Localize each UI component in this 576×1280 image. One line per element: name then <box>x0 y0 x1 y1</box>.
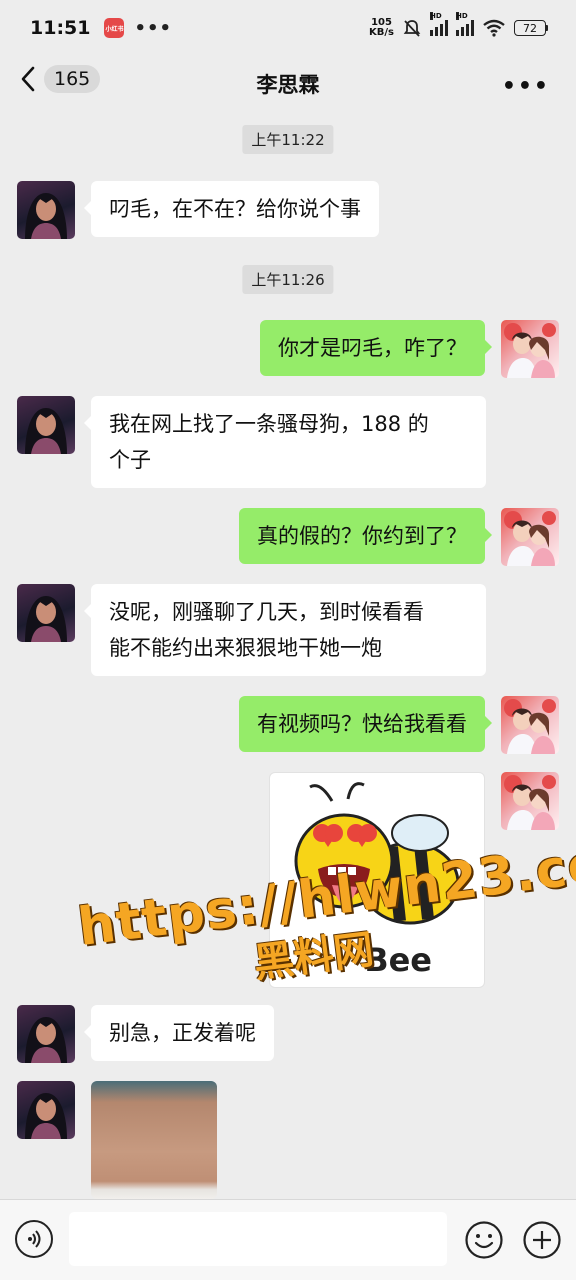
unread-count-badge: 165 <box>44 65 101 93</box>
self-avatar[interactable] <box>501 320 559 378</box>
friend-avatar[interactable] <box>17 1005 75 1063</box>
message-line: 能不能约出来狠狠地干她一炮 <box>109 636 382 660</box>
voice-icon <box>28 1230 41 1248</box>
hd-label-2: HD <box>456 12 468 20</box>
avatar-couple-icon <box>504 699 556 754</box>
message-line: 没呢，刚骚聊了几天，到时候看看 <box>109 600 424 624</box>
friend-avatar[interactable] <box>17 396 75 454</box>
self-avatar[interactable] <box>501 696 559 754</box>
sticker-message[interactable]: Bee <box>269 772 485 988</box>
friend-avatar[interactable] <box>17 1081 75 1139</box>
avatar-portrait-icon <box>25 1093 67 1139</box>
self-avatar[interactable] <box>501 508 559 566</box>
voice-input-button[interactable] <box>15 1220 53 1258</box>
status-time: 11:51 <box>30 17 91 39</box>
avatar-couple-icon <box>504 323 556 378</box>
more-options-button[interactable]: ••• <box>502 74 550 99</box>
avatar-couple-icon <box>504 511 556 566</box>
status-bar: 11:51 小红书 ••• 105 KB/s HD HD 72 <box>0 0 576 56</box>
friend-avatar[interactable] <box>17 584 75 642</box>
battery-icon: 72 <box>514 20 548 36</box>
back-button[interactable]: 165 <box>18 64 101 94</box>
message-bubble-received[interactable]: 叼毛，在不在？给你说个事 <box>84 181 379 237</box>
chat-input-bar <box>0 1199 576 1280</box>
message-bubble-received[interactable]: 没呢，刚骚聊了几天，到时候看看 能不能约出来狠狠地干她一炮 <box>84 584 486 676</box>
avatar-portrait-icon <box>25 1017 67 1063</box>
message-line: 个子 <box>109 448 151 472</box>
emoji-button[interactable] <box>464 1220 504 1260</box>
wifi-icon <box>483 19 505 37</box>
message-line: 我在网上找了一条骚母狗，188 的 <box>109 412 429 436</box>
chat-header: 165 李思霖 ••• <box>0 56 576 112</box>
avatar-portrait-icon <box>25 408 67 454</box>
status-indicators: 105 KB/s HD HD 72 <box>369 12 548 38</box>
message-bubble-sent[interactable]: 你才是叼毛，咋了？ <box>260 320 492 376</box>
more-notifications-icon: ••• <box>134 17 172 39</box>
image-message[interactable] <box>91 1081 217 1199</box>
avatar-couple-icon <box>504 775 556 830</box>
app-notification-icon: 小红书 <box>104 18 125 38</box>
hd-label: HD <box>430 12 442 20</box>
chevron-left-icon <box>21 66 35 92</box>
battery-level: 72 <box>514 20 546 36</box>
message-bubble-received[interactable]: 别急，正发着呢 <box>84 1005 274 1061</box>
message-input[interactable] <box>69 1212 447 1266</box>
sticker-caption: Bee <box>364 941 432 979</box>
avatar-portrait-icon <box>25 596 67 642</box>
signal-icon: HD <box>430 12 448 36</box>
friend-avatar[interactable] <box>17 181 75 239</box>
self-avatar[interactable] <box>501 772 559 830</box>
network-speed: 105 KB/s <box>369 18 394 38</box>
message-bubble-received[interactable]: 我在网上找了一条骚母狗，188 的 个子 <box>84 396 486 488</box>
message-bubble-sent[interactable]: 真的假的？你约到了？ <box>239 508 492 564</box>
more-functions-button[interactable] <box>522 1220 562 1260</box>
signal-icon-2: HD <box>456 12 474 36</box>
timestamp: 上午11:22 <box>242 125 334 154</box>
avatar-portrait-icon <box>25 193 67 239</box>
mute-icon <box>403 20 421 37</box>
network-speed-unit: KB/s <box>369 27 394 38</box>
timestamp: 上午11:26 <box>242 265 334 294</box>
message-bubble-sent[interactable]: 有视频吗？快给我看看 <box>239 696 492 752</box>
